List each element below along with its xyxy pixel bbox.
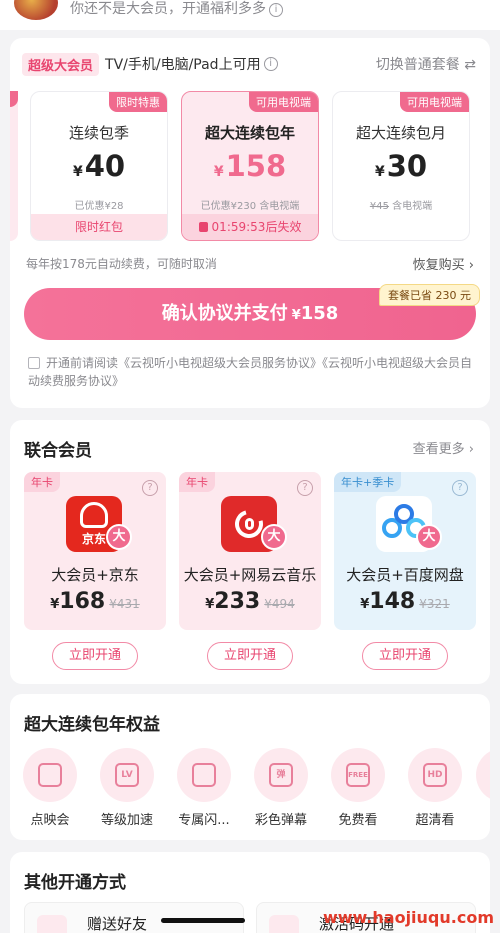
open-netease-button[interactable]: 立即开通 <box>207 642 293 670</box>
plan-card-peek[interactable] <box>10 91 18 241</box>
help-icon[interactable]: ? <box>142 480 158 496</box>
benefit-free-watch[interactable]: FREE 免费看 <box>326 748 390 828</box>
card-type-tag: 年卡 <box>24 472 60 492</box>
watermark: www.haojiuqu.com <box>322 908 494 927</box>
benefit-hd[interactable]: HD 超清看 <box>403 748 467 828</box>
big-member-badge: 大 <box>416 524 442 550</box>
plan-name: 超大连续包年 <box>204 124 295 142</box>
timer-icon <box>198 222 208 232</box>
info-icon[interactable]: i <box>263 57 278 71</box>
svip-badge: 超级大会员 <box>22 52 100 76</box>
device-availability: TV/手机/电脑/Pad上可用 <box>105 57 261 73</box>
joint-name: 大会员+京东 <box>51 566 139 584</box>
section-title: 联合会员 <box>24 441 92 461</box>
section-title: 其他开通方式 <box>24 873 126 893</box>
benefit-premiere[interactable]: 点映会 <box>18 748 82 828</box>
auto-renew-note: 每年按178元自动续费，可随时取消 <box>26 257 217 271</box>
benefit-color-danmaku[interactable]: 弹 彩色弹幕 <box>249 748 313 828</box>
open-baidu-button[interactable]: 立即开通 <box>362 642 448 670</box>
premiere-icon <box>38 763 62 787</box>
home-indicator[interactable] <box>161 918 245 923</box>
card-type-tag: 年卡 <box>179 472 215 492</box>
plan-name: 超大连续包月 <box>355 124 446 142</box>
help-icon[interactable]: ? <box>452 480 468 496</box>
help-icon[interactable]: ? <box>297 480 313 496</box>
joint-price: ¥168 ¥431 <box>50 589 140 614</box>
section-title: 超大连续包年权益 <box>24 715 160 735</box>
joint-membership-card: 联合会员 查看更多 › 年卡 ? 京东 大 大会员+京东 ¥168 ¥431 立即… <box>10 420 490 684</box>
member-status: 你还不是大会员，开通福利多多 i <box>70 0 283 18</box>
plans-card: 超级大会员 TV/手机/电脑/Pad上可用 i 切换普通套餐 ⇄ 限时特惠 连续… <box>10 38 490 408</box>
plan-monthly[interactable]: 可用电视端 超大连续包月 ¥30 ¥45 含电视端 <box>332 91 470 241</box>
savings-chip: 套餐已省 230 元 <box>379 284 480 306</box>
avatar[interactable] <box>14 0 58 20</box>
see-more-link[interactable]: 查看更多 › <box>413 438 474 457</box>
danmaku-icon: 弹 <box>269 763 293 787</box>
plan-quarterly[interactable]: 限时特惠 连续包季 ¥40 已优惠¥28 限时红包 <box>30 91 168 241</box>
joint-item-jd[interactable]: 年卡 ? 京东 大 大会员+京东 ¥168 ¥431 <box>24 472 166 630</box>
code-icon <box>269 915 299 933</box>
free-icon: FREE <box>346 763 370 787</box>
plan-tag: 可用电视端 <box>400 92 469 112</box>
plan-note: ¥45 含电视端 <box>369 201 433 212</box>
plan-price: ¥40 <box>72 149 126 183</box>
gift-icon <box>37 915 67 933</box>
benefit-level-boost[interactable]: LV 等级加速 <box>95 748 159 828</box>
benefit-peek[interactable] <box>476 748 490 802</box>
joint-item-netease[interactable]: 年卡 ? 大 大会员+网易云音乐 ¥233 ¥494 <box>179 472 321 630</box>
joint-name: 大会员+百度网盘 <box>346 566 464 584</box>
splash-screen-icon <box>192 763 216 787</box>
plan-countdown: 01:59:53后失效 <box>182 214 318 240</box>
big-member-badge: 大 <box>261 524 287 550</box>
plan-header: 超级大会员 TV/手机/电脑/Pad上可用 i <box>22 52 278 76</box>
plan-price: ¥158 <box>213 149 287 183</box>
card-type-tag: 年卡+季卡 <box>334 472 402 492</box>
plan-tag: 可用电视端 <box>249 92 318 112</box>
benefit-exclusive-splash[interactable]: 专属闪... <box>172 748 236 828</box>
level-up-icon: LV <box>115 763 139 787</box>
open-jd-button[interactable]: 立即开通 <box>52 642 138 670</box>
plan-yearly[interactable]: 可用电视端 超大连续包年 ¥158 已优惠¥230 含电视端 01:59:53后… <box>181 91 319 241</box>
agree-checkbox[interactable] <box>28 357 40 369</box>
joint-name: 大会员+网易云音乐 <box>183 566 317 584</box>
plan-tag: 限时特惠 <box>109 92 167 112</box>
plan-price: ¥30 <box>374 149 428 183</box>
agreement-row: 开通前请阅读《云视听小电视超级大会员服务协议》《云视听小电视超级大会员自动续费服… <box>28 354 478 390</box>
joint-price: ¥148 ¥321 <box>360 589 450 614</box>
info-icon[interactable]: i <box>269 3 283 17</box>
agreement-text[interactable]: 开通前请阅读《云视听小电视超级大会员服务协议》《云视听小电视超级大会员自动续费服… <box>28 356 472 388</box>
big-member-badge: 大 <box>106 524 132 550</box>
top-strip: 你还不是大会员，开通福利多多 i <box>0 0 500 30</box>
joint-item-baidu[interactable]: 年卡+季卡 ? 大 大会员+百度网盘 ¥148 ¥321 <box>334 472 476 630</box>
restore-purchase-link[interactable]: 恢复购买 › <box>413 254 474 273</box>
plan-promo: 限时红包 <box>31 214 167 240</box>
plan-note: 已优惠¥28 <box>74 201 124 212</box>
plan-note: 已优惠¥230 含电视端 <box>200 201 300 212</box>
benefits-card: 超大连续包年权益 点映会 LV 等级加速 专属闪... 弹 彩色弹幕 FREE … <box>10 694 490 840</box>
hd-icon: HD <box>423 763 447 787</box>
switch-plan-button[interactable]: 切换普通套餐 ⇄ <box>376 54 476 74</box>
joint-price: ¥233 ¥494 <box>205 589 295 614</box>
plan-name: 连续包季 <box>68 124 129 142</box>
